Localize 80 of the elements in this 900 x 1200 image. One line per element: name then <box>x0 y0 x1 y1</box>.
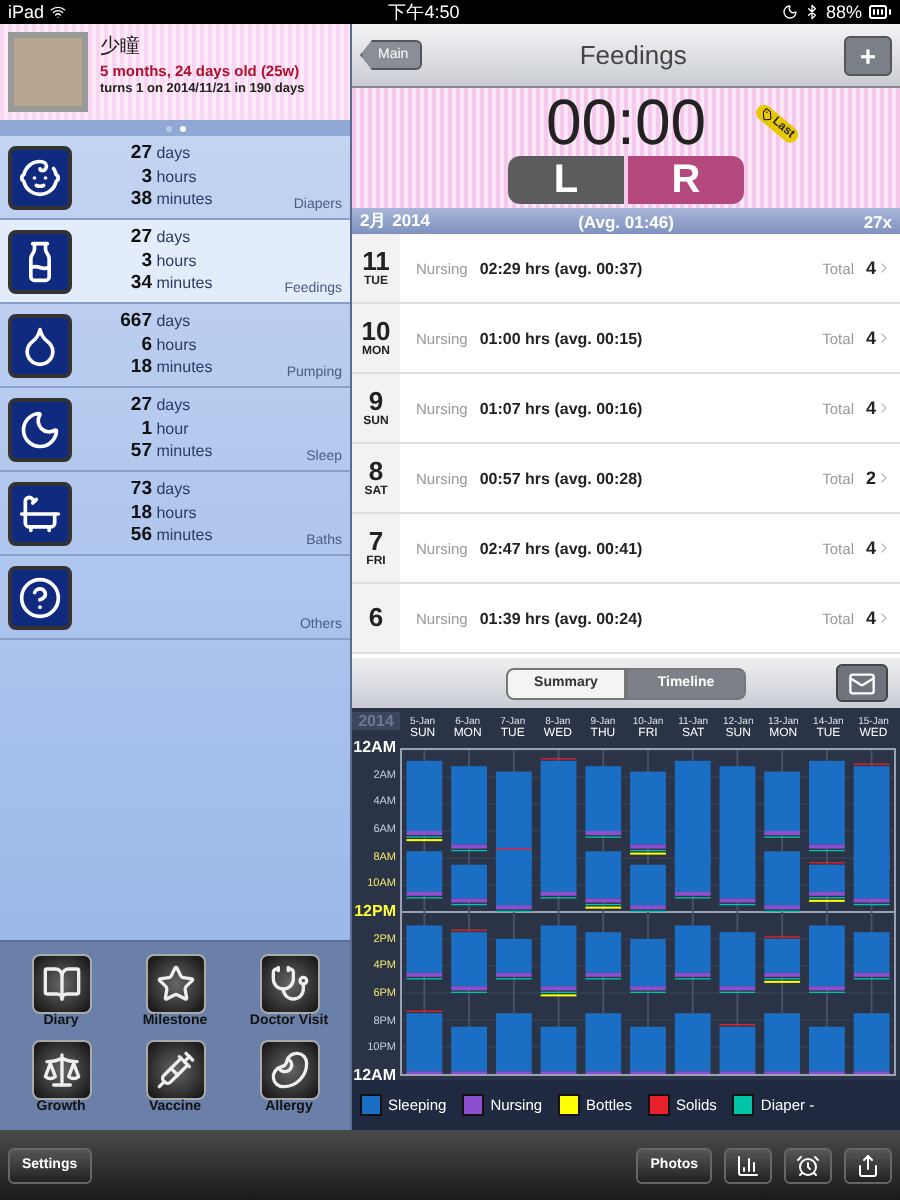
bathtub-icon <box>8 481 72 545</box>
share-icon <box>856 1153 880 1177</box>
baby-icon <box>8 145 72 209</box>
scale-icon <box>31 1040 91 1100</box>
duration-line: 3 hours <box>139 249 199 273</box>
email-button[interactable] <box>836 664 888 702</box>
feeding-summary: 00:57 hrs (avg. 00:28) <box>479 469 645 487</box>
day-number: 9 <box>368 388 384 416</box>
bluetooth-icon <box>803 4 820 20</box>
duration-line: 18 hours <box>128 501 199 525</box>
duration-line: 27 days <box>128 226 193 250</box>
mail-icon <box>848 669 876 697</box>
bean-icon <box>259 1040 319 1100</box>
average-label: (Avg. 01:46) <box>576 211 676 231</box>
syringe-icon <box>145 1040 205 1100</box>
chart-button[interactable] <box>724 1147 772 1183</box>
feeding-summary: 01:39 hrs (avg. 00:24) <box>479 609 645 627</box>
day-number: 8 <box>368 458 384 486</box>
duration-line: 27 days <box>128 142 193 166</box>
chevron-icon <box>876 330 892 346</box>
day-number: 7 <box>368 528 384 556</box>
hour-label: 12PM <box>354 903 396 920</box>
total-count: 2 <box>865 468 876 488</box>
droplet-icon <box>8 313 72 377</box>
feeding-summary: 01:00 hrs (avg. 00:15) <box>479 329 645 347</box>
side-button[interactable]: R <box>628 156 744 204</box>
book-icon <box>31 954 91 1014</box>
duration-line: 667 days <box>118 310 193 334</box>
device-name: iPad <box>8 2 45 22</box>
total-count: 4 <box>865 258 876 278</box>
total-count: 4 <box>865 328 876 348</box>
clock-time: 下午4:50 <box>388 0 460 25</box>
alarm-clock-icon <box>796 1153 820 1177</box>
tag-icon <box>758 106 776 124</box>
alarm-button[interactable] <box>784 1147 832 1183</box>
question-mark-icon <box>8 565 72 629</box>
chevron-icon <box>876 470 892 486</box>
moon-icon <box>8 397 72 461</box>
photo-placeholder <box>8 32 88 112</box>
bottle-icon <box>8 229 72 293</box>
chevron-icon <box>876 540 892 556</box>
moon-icon <box>781 4 798 20</box>
side-button[interactable]: L <box>508 156 624 204</box>
timer-display: 00:00 <box>545 88 707 156</box>
battery-icon <box>868 0 892 24</box>
duration-line: 34 minutes <box>128 272 213 296</box>
duration-line: 18 minutes <box>128 356 213 380</box>
share-button[interactable] <box>844 1147 892 1183</box>
duration-line: 73 days <box>128 478 193 502</box>
duration-line: 57 minutes <box>128 440 213 464</box>
feeding-summary: 02:47 hrs (avg. 00:41) <box>479 539 645 557</box>
page-dots[interactable] <box>0 120 350 136</box>
battery-percent: 88% <box>825 2 862 22</box>
chevron-icon <box>876 260 892 276</box>
total-count: 4 <box>865 398 876 418</box>
bar-chart-icon <box>736 1153 760 1177</box>
chevron-icon <box>876 400 892 416</box>
duration-line: 6 hours <box>139 333 199 357</box>
duration-line: 1 hour <box>139 417 191 441</box>
day-number: 11 <box>362 248 390 276</box>
count-label: 27x <box>861 211 893 231</box>
screen-title: Feedings <box>577 40 689 70</box>
duration-line: 3 hours <box>139 165 199 189</box>
add-button[interactable]: + <box>844 35 892 75</box>
feeding-summary: 02:29 hrs (avg. 00:37) <box>479 259 645 277</box>
child-name: 少瞳 <box>100 33 142 60</box>
total-count: 4 <box>865 538 876 558</box>
duration-line: 56 minutes <box>128 524 213 548</box>
day-number: 6 <box>368 604 384 632</box>
hour-label: 12AM <box>353 740 396 756</box>
day-number: 10 <box>361 318 391 346</box>
hour-label: 12AM <box>353 1067 396 1084</box>
duration-line: 38 minutes <box>128 188 213 212</box>
chevron-icon <box>876 610 892 626</box>
feeding-summary: 01:07 hrs (avg. 00:16) <box>479 399 645 417</box>
wifi-icon <box>50 4 67 20</box>
duration-line: 27 days <box>128 394 193 418</box>
stethoscope-icon <box>259 954 319 1014</box>
total-count: 4 <box>865 608 876 628</box>
month-label: 2月 2014 <box>360 209 432 233</box>
